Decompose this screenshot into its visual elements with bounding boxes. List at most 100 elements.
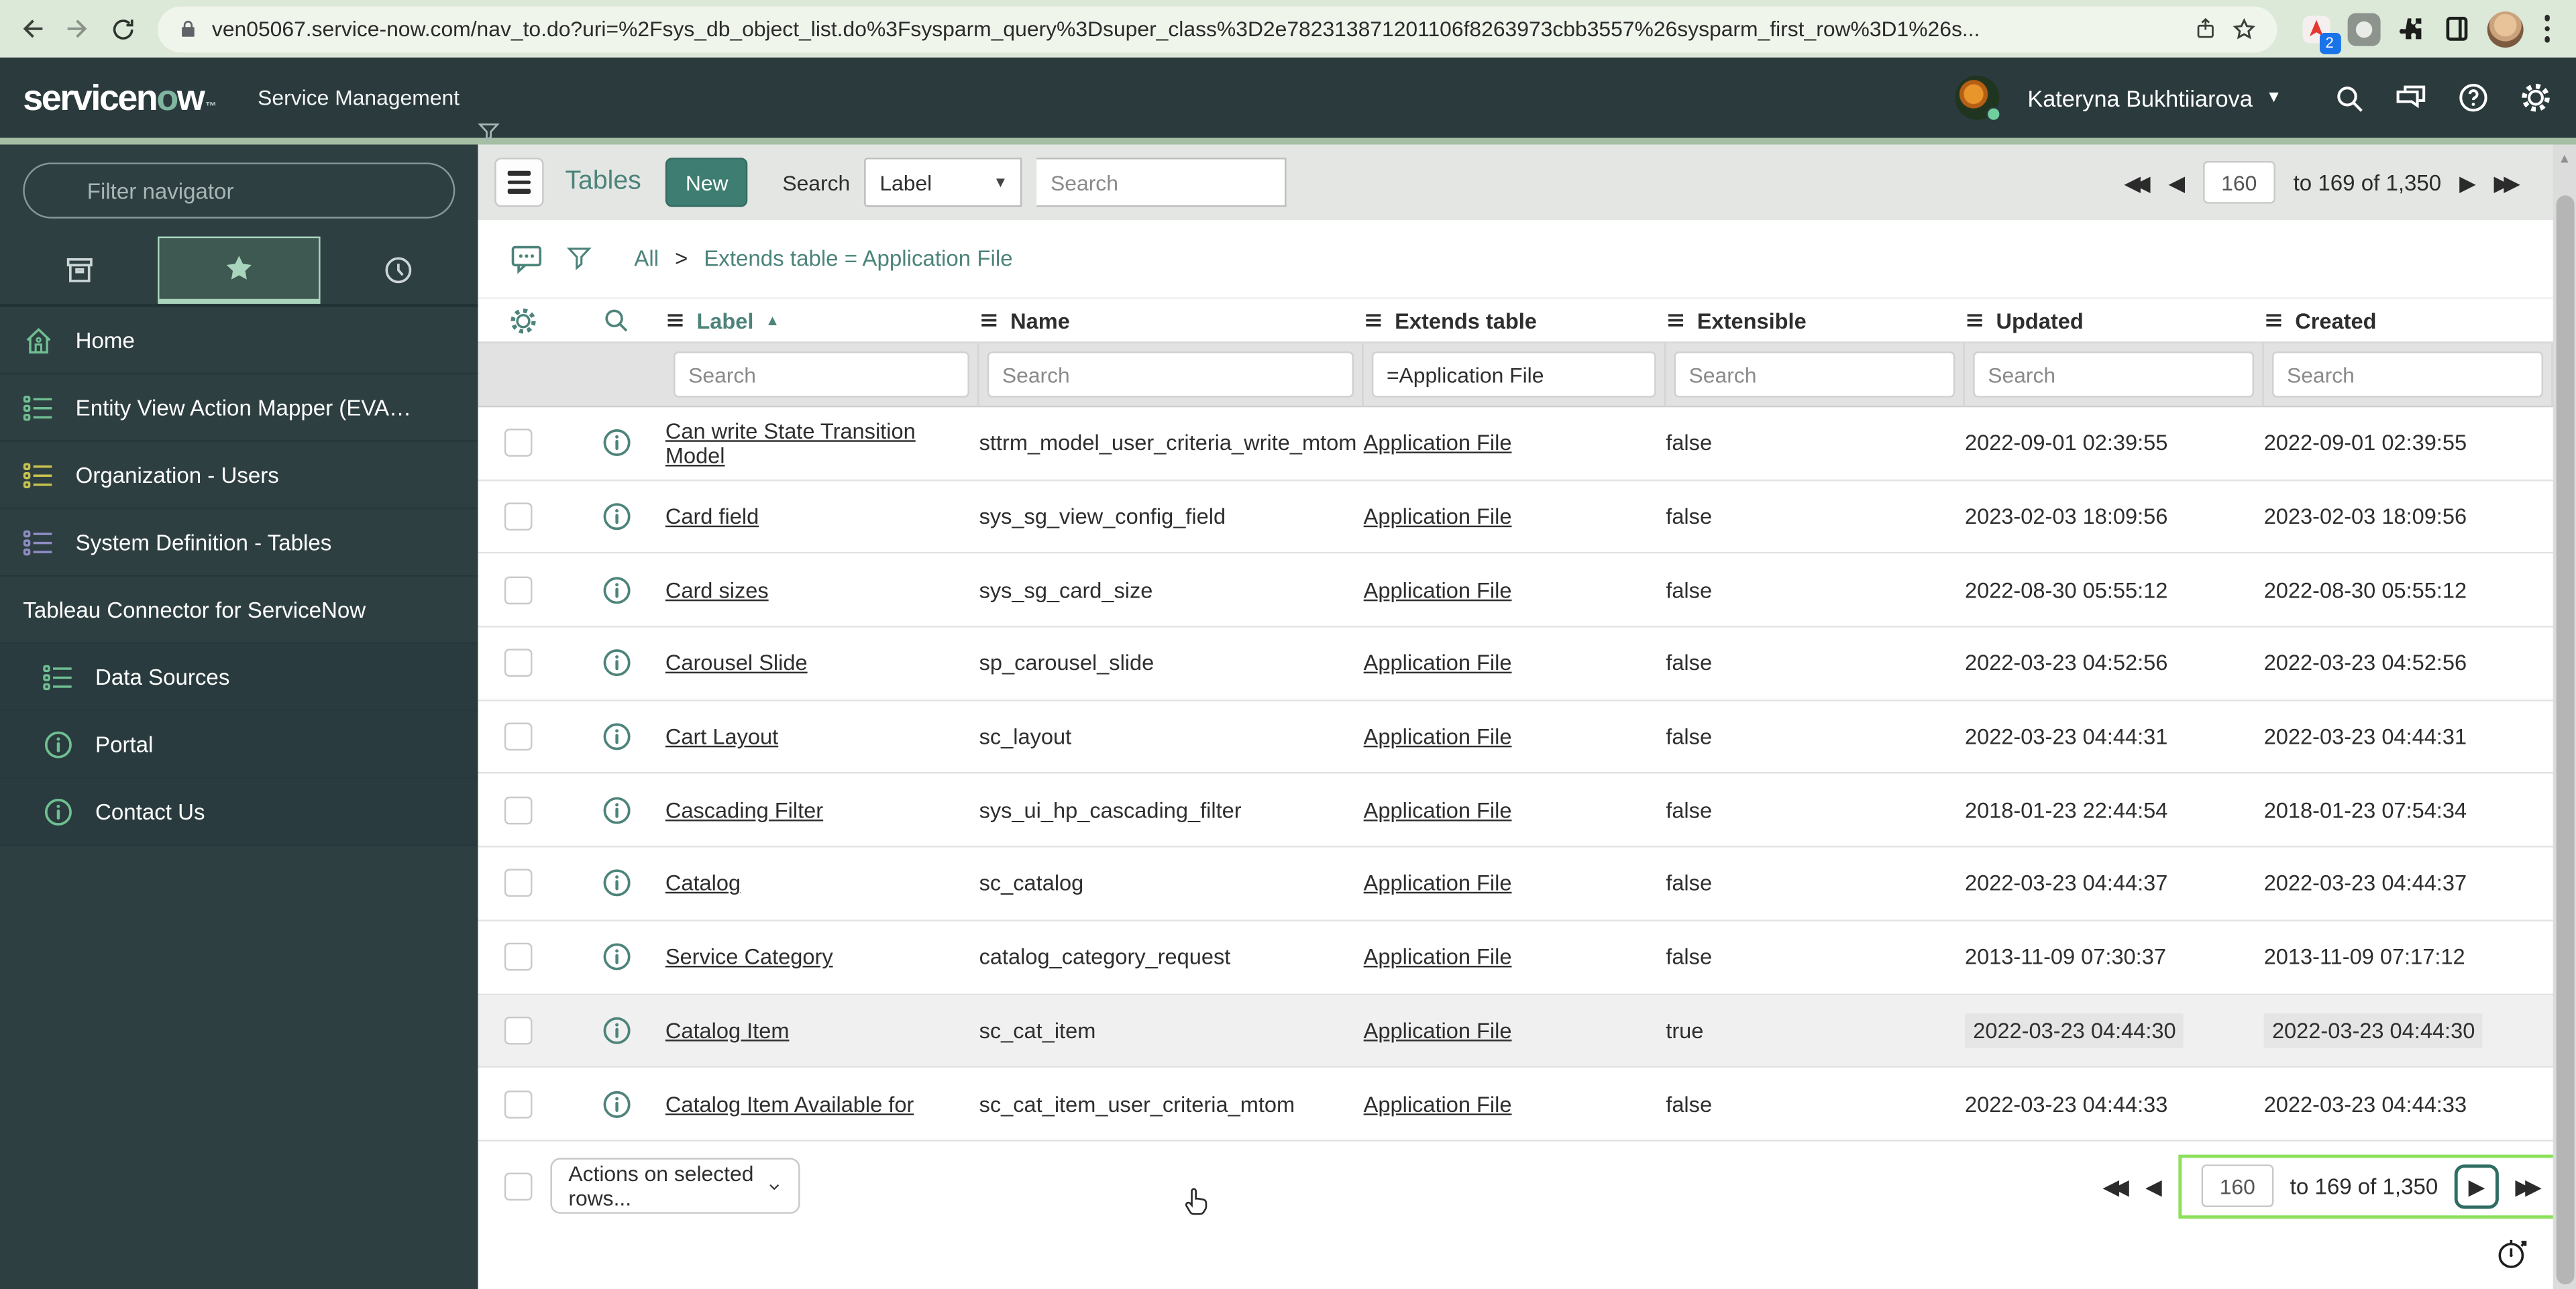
last-page-button[interactable]: ▶▶ — [2494, 172, 2520, 193]
row-checkbox[interactable] — [504, 796, 533, 824]
sidebar-item-organization-users[interactable]: Organization - Users — [0, 442, 478, 510]
side-panel-icon[interactable] — [2440, 13, 2472, 45]
sidebar-item-data-sources[interactable]: Data Sources — [0, 644, 478, 712]
global-search-icon[interactable] — [2333, 81, 2366, 114]
screen-capture-icon[interactable] — [2347, 12, 2380, 46]
next-page-button[interactable]: ▶ — [2459, 172, 2475, 193]
actions-on-selected-rows-select[interactable]: Actions on selected rows... — [550, 1158, 800, 1215]
record-info-icon[interactable] — [567, 648, 665, 679]
row-checkbox[interactable] — [504, 1089, 533, 1118]
extends-table-link[interactable]: Application File — [1364, 798, 1512, 823]
record-label-link[interactable]: Card field — [665, 504, 759, 529]
next-page-button[interactable]: ▶ — [2454, 1164, 2499, 1209]
browser-menu-icon[interactable] — [2537, 15, 2556, 43]
extensions-puzzle-icon[interactable] — [2394, 13, 2426, 45]
scroll-up-arrow[interactable]: ▲ — [2553, 151, 2576, 166]
tab-all-applications[interactable] — [0, 237, 158, 304]
record-label-link[interactable]: Cart Layout — [665, 724, 778, 749]
column-header-name[interactable]: Name — [979, 308, 1364, 333]
help-icon[interactable] — [2456, 80, 2490, 115]
breadcrumb-funnel-icon[interactable] — [565, 245, 593, 273]
sidebar-item-contact-us[interactable]: Contact Us — [0, 778, 478, 846]
breadcrumb-filter-link[interactable]: Extends table = Application File — [704, 246, 1012, 271]
column-header-created[interactable]: Created — [2264, 308, 2553, 333]
new-record-button[interactable]: New — [665, 158, 748, 207]
record-label-link[interactable]: Card sizes — [665, 577, 769, 602]
address-bar[interactable]: ven05067.service-now.com/nav_to.do?uri=%… — [158, 5, 2277, 52]
filter-created-input[interactable] — [2271, 351, 2544, 398]
record-info-icon[interactable] — [567, 428, 665, 459]
extends-table-link[interactable]: Application File — [1364, 431, 1512, 455]
previous-page-button[interactable]: ◀ — [2145, 1176, 2161, 1197]
filter-navigator-input[interactable] — [23, 162, 455, 219]
list-search-input[interactable] — [1037, 158, 1287, 207]
record-info-icon[interactable] — [567, 942, 665, 973]
row-checkbox[interactable] — [504, 502, 533, 531]
extends-table-link[interactable]: Application File — [1364, 577, 1512, 602]
extension-icon[interactable]: 2 — [2299, 12, 2341, 54]
list-chat-icon[interactable] — [509, 241, 543, 276]
sidebar-item-entity-view-action-mapper-eva[interactable]: Entity View Action Mapper (EVA… — [0, 374, 478, 442]
column-header-label[interactable]: Label ▲ — [665, 308, 979, 333]
row-checkbox[interactable] — [504, 1016, 533, 1045]
extends-table-link[interactable]: Application File — [1364, 651, 1512, 676]
extends-table-link[interactable]: Application File — [1364, 504, 1512, 529]
scrollbar-thumb[interactable] — [2555, 195, 2574, 1285]
filter-label-input[interactable] — [674, 351, 969, 398]
filter-name-input[interactable] — [987, 351, 1354, 398]
record-info-icon[interactable] — [567, 574, 665, 606]
column-search-toggle-icon[interactable] — [567, 306, 665, 335]
record-info-icon[interactable] — [567, 721, 665, 752]
tab-history[interactable] — [320, 237, 478, 304]
first-page-button[interactable]: ◀◀ — [2103, 1176, 2129, 1197]
column-header-extensible[interactable]: Extensible — [1666, 308, 1965, 333]
user-menu[interactable]: Kateryna Bukhtiiarova ▼ — [2027, 85, 2282, 111]
record-info-icon[interactable] — [567, 868, 665, 899]
record-label-link[interactable]: Service Category — [665, 945, 833, 970]
record-label-link[interactable]: Can write State Transition Model — [665, 418, 916, 467]
settings-gear-icon[interactable] — [2518, 80, 2553, 115]
response-time-stopwatch-icon[interactable] — [2494, 1235, 2530, 1280]
sidebar-item-portal[interactable]: Portal — [0, 711, 478, 779]
record-info-icon[interactable] — [567, 1015, 665, 1046]
record-label-link[interactable]: Catalog Item Available for — [665, 1091, 914, 1116]
record-label-link[interactable]: Catalog Item — [665, 1018, 790, 1043]
row-checkbox[interactable] — [504, 869, 533, 898]
record-info-icon[interactable] — [567, 1088, 665, 1120]
extends-table-link[interactable]: Application File — [1364, 1091, 1512, 1116]
tab-favorites[interactable] — [158, 236, 320, 304]
share-icon[interactable] — [2192, 16, 2217, 41]
connect-chat-icon[interactable] — [2394, 80, 2428, 115]
search-field-select[interactable]: Label ▼ — [865, 158, 1023, 207]
vertical-scrollbar[interactable]: ▲ — [2553, 144, 2576, 1289]
row-checkbox[interactable] — [504, 943, 533, 971]
row-checkbox[interactable] — [504, 429, 533, 457]
filter-extends-input[interactable] — [1371, 351, 1656, 398]
record-label-link[interactable]: Carousel Slide — [665, 651, 808, 676]
browser-refresh-button[interactable] — [102, 7, 145, 50]
record-label-link[interactable]: Cascading Filter — [665, 798, 823, 823]
last-page-button[interactable]: ▶▶ — [2515, 1176, 2541, 1197]
extends-table-link[interactable]: Application File — [1364, 724, 1512, 749]
browser-forward-button[interactable] — [56, 7, 99, 50]
personalize-list-gear-icon[interactable] — [478, 304, 567, 336]
extends-table-link[interactable]: Application File — [1364, 871, 1512, 896]
breadcrumb-all-link[interactable]: All — [634, 246, 659, 271]
record-label-link[interactable]: Catalog — [665, 871, 741, 896]
record-info-icon[interactable] — [567, 795, 665, 826]
list-context-menu-button[interactable] — [494, 158, 544, 207]
column-header-updated[interactable]: Updated — [1965, 308, 2264, 333]
user-avatar[interactable] — [1955, 75, 2002, 122]
browser-back-button[interactable] — [10, 7, 53, 50]
previous-page-button[interactable]: ◀ — [2168, 172, 2184, 193]
bookmark-star-icon[interactable] — [2230, 15, 2256, 42]
browser-profile-avatar[interactable] — [2486, 10, 2523, 47]
column-header-extends-table[interactable]: Extends table — [1364, 308, 1666, 333]
filter-extensible-input[interactable] — [1674, 351, 1955, 398]
extends-table-link[interactable]: Application File — [1364, 945, 1512, 970]
row-checkbox[interactable] — [504, 575, 533, 604]
row-checkbox[interactable] — [504, 722, 533, 751]
sidebar-item-home[interactable]: Home — [0, 307, 478, 375]
select-all-footer-checkbox[interactable] — [504, 1172, 533, 1200]
first-page-button[interactable]: ◀◀ — [2124, 172, 2150, 193]
